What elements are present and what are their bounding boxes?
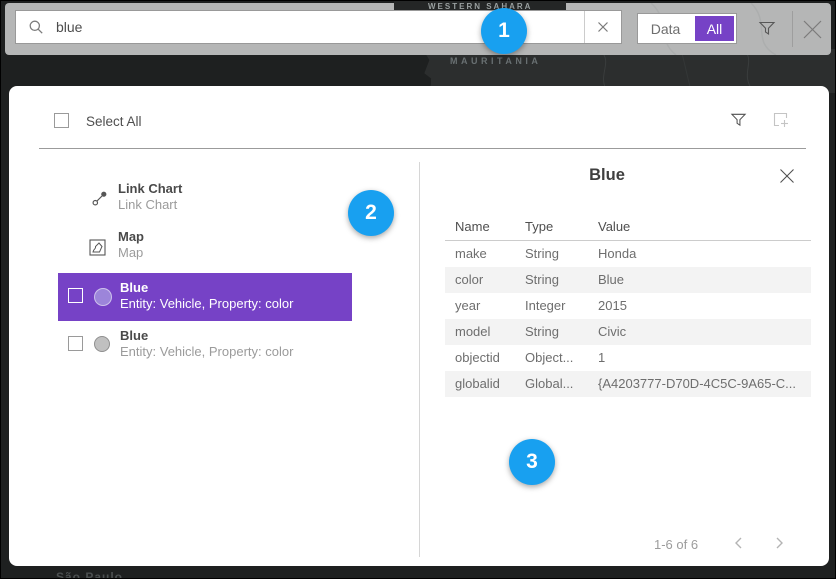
scope-toggle: Data All <box>637 13 737 44</box>
scope-all-button[interactable]: All <box>695 16 734 41</box>
cell-type: Integer <box>525 293 565 319</box>
result-item-link-chart[interactable]: Link Chart Link Chart <box>83 179 363 217</box>
pagination-label: 1-6 of 6 <box>654 537 698 552</box>
cell-type: String <box>525 319 559 345</box>
result-item-blue-selected[interactable]: Blue Entity: Vehicle, Property: color <box>58 273 352 321</box>
result-subtitle: Map <box>118 245 143 260</box>
search-icon <box>28 19 44 35</box>
table-row: year Integer 2015 <box>445 293 811 319</box>
screenshot-root: MAURITANIA São Paulo Data All <box>0 0 836 579</box>
scope-data-button[interactable]: Data <box>638 21 693 37</box>
search-bar <box>15 10 622 44</box>
results-filter-icon[interactable] <box>730 111 747 133</box>
cell-value: Honda <box>598 241 636 267</box>
result-title: Map <box>118 229 144 244</box>
callout-1-badge: 1 <box>481 8 527 54</box>
callout-2-badge: 2 <box>348 190 394 236</box>
table-row: objectid Object... 1 <box>445 345 811 371</box>
map-label-mauritania: MAURITANIA <box>450 56 541 66</box>
result-subtitle: Entity: Vehicle, Property: color <box>120 344 293 359</box>
entity-circle-icon <box>94 288 112 306</box>
select-all-checkbox[interactable] <box>54 113 69 128</box>
table-row: make String Honda <box>445 241 811 267</box>
map-icon <box>89 239 106 261</box>
cell-name: globalid <box>455 371 500 397</box>
table-row: color String Blue <box>445 267 811 293</box>
entity-circle-icon <box>94 336 110 352</box>
search-results-panel: Select All Link Chart <box>9 86 829 566</box>
filter-icon[interactable] <box>758 19 776 42</box>
result-title: Blue <box>120 328 148 343</box>
pagination-next-icon[interactable] <box>771 535 787 556</box>
map-label-bottom: São Paulo <box>56 570 123 579</box>
result-subtitle: Entity: Vehicle, Property: color <box>120 296 293 311</box>
result-checkbox[interactable] <box>68 336 83 351</box>
cell-type: String <box>525 267 559 293</box>
table-row: model String Civic <box>445 319 811 345</box>
result-item-blue[interactable]: Blue Entity: Vehicle, Property: color <box>58 323 352 369</box>
search-toolbar: Data All <box>5 3 831 55</box>
table-header-row: Name Type Value <box>445 214 811 240</box>
cell-value: 2015 <box>598 293 627 319</box>
clear-x-icon <box>597 21 609 33</box>
map-label-western-sahara: WESTERN SAHARA <box>428 2 532 10</box>
list-details-divider <box>419 162 420 557</box>
cell-value: Blue <box>598 267 624 293</box>
column-header-type: Type <box>525 214 553 240</box>
cell-name: objectid <box>455 345 500 371</box>
result-subtitle: Link Chart <box>118 197 177 212</box>
result-item-map[interactable]: Map Map <box>83 227 363 265</box>
cell-name: year <box>455 293 480 319</box>
panel-header-divider <box>39 148 806 149</box>
clear-search-button[interactable] <box>584 11 621 43</box>
map-peek-strip: WESTERN SAHARA <box>394 1 566 10</box>
select-all-label: Select All <box>86 114 142 129</box>
cell-type: String <box>525 241 559 267</box>
properties-table: Name Type Value make String Honda color … <box>445 214 811 397</box>
cell-name: model <box>455 319 490 345</box>
link-chart-icon <box>91 189 109 212</box>
close-search-icon[interactable] <box>801 18 824 46</box>
details-title: Blue <box>419 166 795 185</box>
callout-3-badge: 3 <box>509 439 555 485</box>
cell-type: Global... <box>525 371 573 397</box>
add-to-selection-icon[interactable] <box>771 110 790 134</box>
cell-name: make <box>455 241 487 267</box>
cell-value: 1 <box>598 345 605 371</box>
toolbar-divider <box>792 11 793 47</box>
result-title: Link Chart <box>118 181 182 196</box>
pagination-prev-icon[interactable] <box>731 535 747 556</box>
cell-type: Object... <box>525 345 573 371</box>
column-header-name: Name <box>455 214 490 240</box>
cell-value: {A4203777-D70D-4C5C-9A65-C... <box>598 371 796 397</box>
column-header-value: Value <box>598 214 630 240</box>
details-close-icon[interactable] <box>779 168 795 189</box>
cell-name: color <box>455 267 483 293</box>
result-title: Blue <box>120 280 148 295</box>
cell-value: Civic <box>598 319 626 345</box>
result-checkbox[interactable] <box>68 288 83 303</box>
table-row: globalid Global... {A4203777-D70D-4C5C-9… <box>445 371 811 397</box>
